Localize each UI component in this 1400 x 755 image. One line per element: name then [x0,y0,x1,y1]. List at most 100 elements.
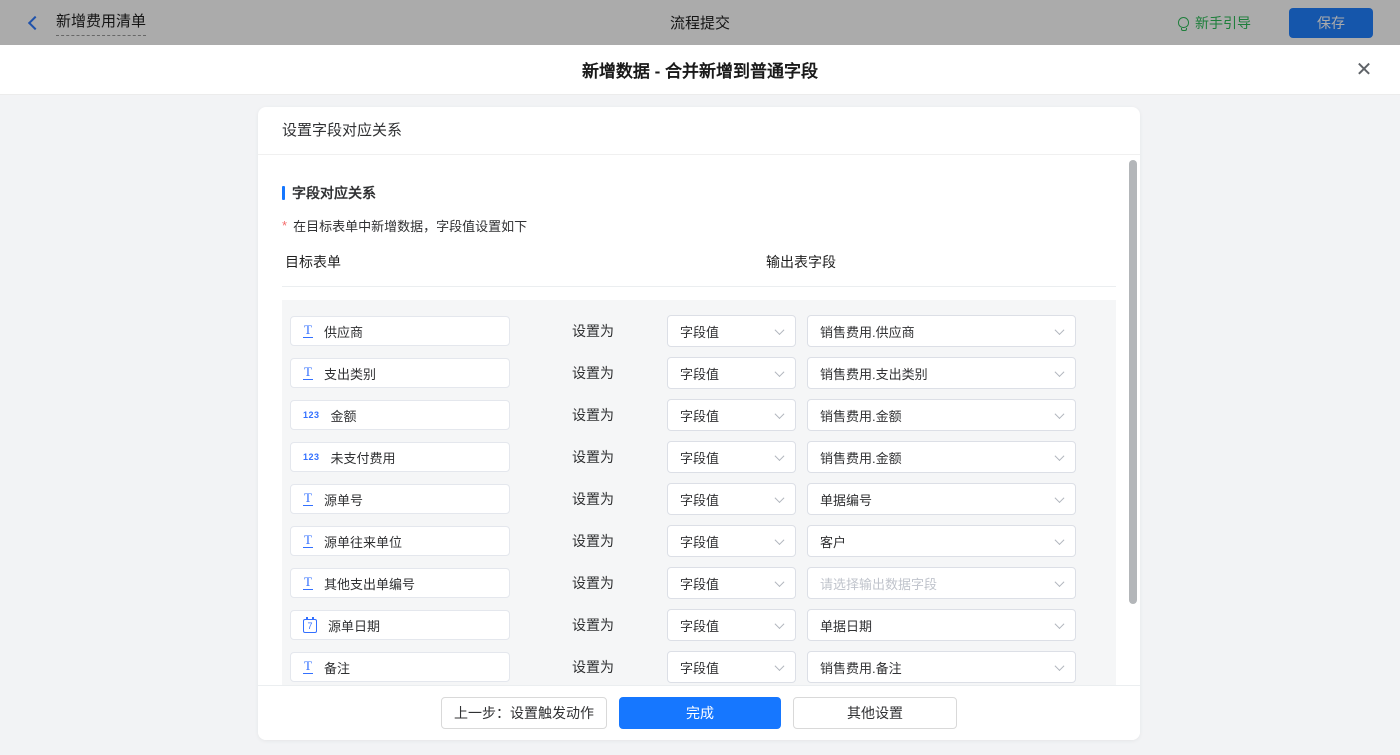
output-field-select[interactable]: 单据编号 [807,483,1076,515]
target-field-input[interactable]: 123 金额 [290,400,510,430]
other-settings-button[interactable]: 其他设置 [793,697,957,729]
output-field-select[interactable]: 单据日期 [807,609,1076,641]
table-row: T 供应商 设置为 字段值 销售费用.供应商 [282,310,1116,352]
table-row: T 源单往来单位 设置为 字段值 客户 [282,520,1116,562]
mode-select[interactable]: 字段值 [667,525,796,557]
chevron-down-icon [774,366,785,377]
field-mapping-card: 设置字段对应关系 字段对应关系 * 在目标表单中新增数据，字段值设置如下 目标表… [258,107,1140,740]
number-type-icon: 123 [303,410,320,420]
chevron-down-icon [1054,534,1065,545]
mode-select-value: 字段值 [680,618,720,634]
target-field-label: 支出类别 [323,366,376,382]
target-field-input[interactable]: T 备注 [290,652,510,682]
close-icon: ✕ [1355,59,1373,81]
set-as-label: 设置为 [572,449,614,465]
mode-select-value: 字段值 [680,534,720,550]
number-type-icon: 123 [303,452,320,462]
chevron-down-icon [774,660,785,671]
target-field-input[interactable]: T 源单号 [290,484,510,514]
output-field-value: 销售费用.金额 [820,408,902,424]
output-field-select[interactable]: 销售费用.供应商 [807,315,1076,347]
output-field-value: 单据编号 [820,492,873,508]
output-field-value: 销售费用.供应商 [820,324,915,340]
output-field-select[interactable]: 销售费用.金额 [807,441,1076,473]
rows-panel: T 供应商 设置为 字段值 销售费用.供应商 T 支出类别 设置为 字段值 销售… [282,300,1116,692]
mode-select-value: 字段值 [680,324,720,340]
target-field-input[interactable]: T 其他支出单编号 [290,568,510,598]
mode-select-value: 字段值 [680,408,720,424]
chevron-down-icon [774,450,785,461]
table-row: T 备注 设置为 字段值 销售费用.备注 [282,646,1116,688]
set-as-label: 设置为 [572,617,614,633]
mode-select-value: 字段值 [680,450,720,466]
vertical-scrollbar-thumb[interactable] [1129,160,1137,604]
chevron-down-icon [1054,660,1065,671]
chevron-down-icon [774,576,785,587]
table-row: 7 源单日期 设置为 字段值 单据日期 [282,604,1116,646]
modal-title: 新增数据 - 合并新增到普通字段 [581,62,819,81]
target-field-input[interactable]: T 源单往来单位 [290,526,510,556]
target-field-label: 源单号 [323,492,363,508]
target-field-label: 源单日期 [328,618,381,634]
output-field-value: 单据日期 [820,618,873,634]
output-field-value: 销售费用.备注 [820,660,902,676]
mode-select[interactable]: 字段值 [667,315,796,347]
output-field-select[interactable]: 销售费用.金额 [807,399,1076,431]
chevron-down-icon [1054,366,1065,377]
chevron-down-icon [774,492,785,503]
table-row: T 支出类别 设置为 字段值 销售费用.支出类别 [282,352,1116,394]
chevron-down-icon [1054,408,1065,419]
mode-select[interactable]: 字段值 [667,483,796,515]
chevron-down-icon [1054,324,1065,335]
target-field-input[interactable]: T 支出类别 [290,358,510,388]
done-button[interactable]: 完成 [619,697,781,729]
text-type-icon: T [303,490,313,506]
target-field-label: 金额 [330,408,357,424]
card-footer: 上一步：设置触发动作 完成 其他设置 [258,685,1140,740]
text-type-icon: T [303,532,313,548]
output-field-select[interactable]: 销售费用.支出类别 [807,357,1076,389]
required-asterisk: * [282,218,288,233]
section-accent-bar [282,186,285,200]
chevron-down-icon [1054,492,1065,503]
mode-select-value: 字段值 [680,366,720,382]
mode-select-value: 字段值 [680,492,720,508]
output-field-value: 销售费用.金额 [820,450,902,466]
previous-step-button[interactable]: 上一步：设置触发动作 [441,697,607,729]
target-field-label: 未支付费用 [330,450,396,466]
text-type-icon: T [303,364,313,380]
mode-select[interactable]: 字段值 [667,651,796,683]
target-field-label: 供应商 [323,324,363,340]
target-field-label: 备注 [323,660,350,676]
mode-select[interactable]: 字段值 [667,441,796,473]
set-as-label: 设置为 [572,491,614,507]
table-row: T 源单号 设置为 字段值 单据编号 [282,478,1116,520]
chevron-down-icon [774,618,785,629]
output-field-value: 客户 [820,534,847,550]
close-button[interactable]: ✕ [1352,58,1376,82]
modal-backdrop [0,0,1400,45]
output-field-select[interactable]: 销售费用.备注 [807,651,1076,683]
target-field-input[interactable]: 123 未支付费用 [290,442,510,472]
column-header-target-form: 目标表单 [285,254,341,270]
mode-select[interactable]: 字段值 [667,357,796,389]
mode-select[interactable]: 字段值 [667,567,796,599]
output-field-select[interactable]: 客户 [807,525,1076,557]
text-type-icon: T [303,574,313,590]
set-as-label: 设置为 [572,407,614,423]
output-field-select[interactable]: 请选择输出数据字段 [807,567,1076,599]
mode-select[interactable]: 字段值 [667,399,796,431]
set-as-label: 设置为 [572,323,614,339]
mode-select[interactable]: 字段值 [667,609,796,641]
chevron-down-icon [1054,618,1065,629]
set-as-label: 设置为 [572,533,614,549]
chevron-down-icon [1054,576,1065,587]
target-field-label: 其他支出单编号 [323,576,415,592]
set-as-label: 设置为 [572,575,614,591]
target-field-input[interactable]: T 供应商 [290,316,510,346]
set-as-label: 设置为 [572,365,614,381]
chevron-down-icon [1054,450,1065,461]
target-field-input[interactable]: 7 源单日期 [290,610,510,640]
card-title: 设置字段对应关系 [258,107,1140,155]
modal-header: 新增数据 - 合并新增到普通字段 ✕ [0,45,1400,95]
